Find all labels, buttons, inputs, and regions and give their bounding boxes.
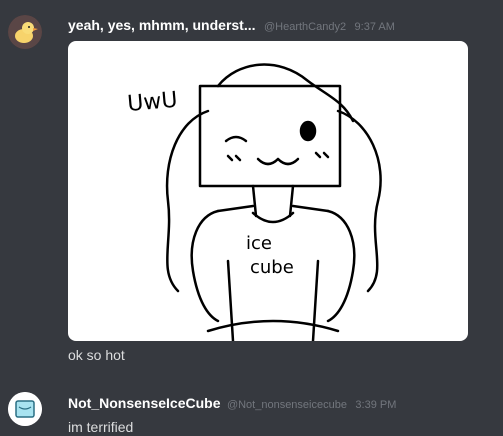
image-attachment[interactable]: UwU ice cube <box>68 41 468 341</box>
ice-cube-avatar-icon[interactable] <box>8 392 42 426</box>
drawing-text-cube: cube <box>250 257 294 278</box>
timestamp: 3:39 PM <box>355 399 397 411</box>
mouth <box>256 157 300 166</box>
message-2: Not_NonsenseIceCube @Not_nonsenseicecube… <box>0 380 503 436</box>
collar <box>251 211 295 224</box>
message-text: ok so hot <box>68 347 125 363</box>
drawing-text-ice: ice <box>246 233 272 254</box>
blush-left <box>226 154 242 162</box>
hair-top <box>216 63 355 123</box>
open-eye <box>299 120 317 142</box>
message-1: yeah, yes, mhmm, underst... @HearthCandy… <box>0 0 503 370</box>
blush-right <box>314 151 330 159</box>
message-header: Not_NonsenseIceCube @Not_nonsenseicecube… <box>68 395 396 413</box>
timestamp: 9:37 AM <box>354 21 395 33</box>
message-text: im terrified <box>68 419 134 435</box>
skirt-line <box>206 319 340 333</box>
hair-left <box>165 109 210 293</box>
right-arm <box>326 209 356 323</box>
left-arm <box>190 209 220 323</box>
message-header: yeah, yes, mhmm, underst... @HearthCandy… <box>68 17 395 35</box>
shoulders <box>216 204 330 213</box>
user-handle: @HearthCandy2 <box>263 21 347 33</box>
duck-avatar-icon[interactable] <box>8 15 42 49</box>
wink-eye <box>224 135 248 143</box>
drawing-text-uwu: UwU <box>126 88 178 117</box>
hair-right <box>336 109 382 293</box>
neck <box>251 184 295 218</box>
username[interactable]: Not_NonsenseIceCube <box>68 395 220 411</box>
username[interactable]: yeah, yes, mhmm, underst... <box>68 17 256 33</box>
user-handle: @Not_nonsenseicecube <box>226 399 347 411</box>
ice-cube-head <box>198 84 342 188</box>
